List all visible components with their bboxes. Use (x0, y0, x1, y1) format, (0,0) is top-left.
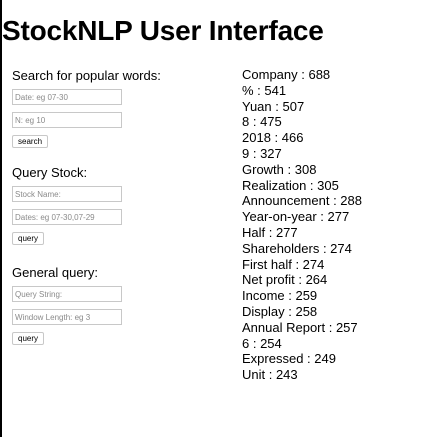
general-query-button[interactable]: query (12, 332, 45, 345)
word-count-item: 8 : 475 (242, 114, 282, 130)
word-count-item: Income : 259 (242, 288, 318, 304)
window-length-input[interactable] (12, 309, 122, 325)
stock-name-input[interactable] (12, 186, 122, 202)
general-query-section: General query: query (12, 265, 227, 345)
word-count-item: Announcement : 288 (242, 193, 362, 209)
word-count-item: Yuan : 507 (242, 98, 305, 114)
word-count-item: 9 : 327 (242, 145, 282, 161)
word-count-item: Annual Report : 257 (242, 319, 358, 335)
general-query-heading: General query: (12, 265, 98, 280)
word-count-item: Expressed : 249 (242, 351, 336, 367)
word-frequency-list: Company : 688 % : 541 Yuan : 507 8 : 475… (242, 67, 430, 383)
word-count-item: Unit : 243 (242, 367, 298, 383)
search-popular-heading: Search for popular words: (12, 68, 161, 83)
word-count-item: Half : 277 (242, 224, 298, 240)
query-stock-section: Query Stock: query (12, 165, 227, 245)
word-count-item: Display : 258 (242, 303, 318, 319)
page-title: StockNLP User Interface (2, 15, 324, 46)
word-count-item: Realization : 305 (242, 177, 339, 193)
query-string-input[interactable] (12, 286, 122, 302)
word-count-item: 2018 : 466 (242, 130, 304, 146)
popular-n-input[interactable] (12, 112, 122, 128)
word-count-item: Growth : 308 (242, 161, 317, 177)
word-count-item: Year-on-year : 277 (242, 209, 350, 225)
word-count-item: % : 541 (242, 82, 287, 98)
word-count-item: Net profit : 264 (242, 272, 328, 288)
word-count-item: Company : 688 (242, 67, 331, 82)
query-stock-button[interactable]: query (12, 232, 45, 245)
search-button[interactable]: search (12, 135, 49, 148)
word-count-item: Shareholders : 274 (242, 240, 352, 256)
query-panel: Search for popular words: search Query S… (12, 68, 227, 345)
stock-dates-input[interactable] (12, 209, 122, 225)
query-stock-heading: Query Stock: (12, 165, 88, 180)
word-count-item: 6 : 254 (242, 335, 282, 351)
page-left-border (0, 0, 2, 437)
search-popular-section: Search for popular words: search (12, 68, 227, 148)
word-count-item: First half : 274 (242, 256, 325, 272)
popular-date-input[interactable] (12, 89, 122, 105)
